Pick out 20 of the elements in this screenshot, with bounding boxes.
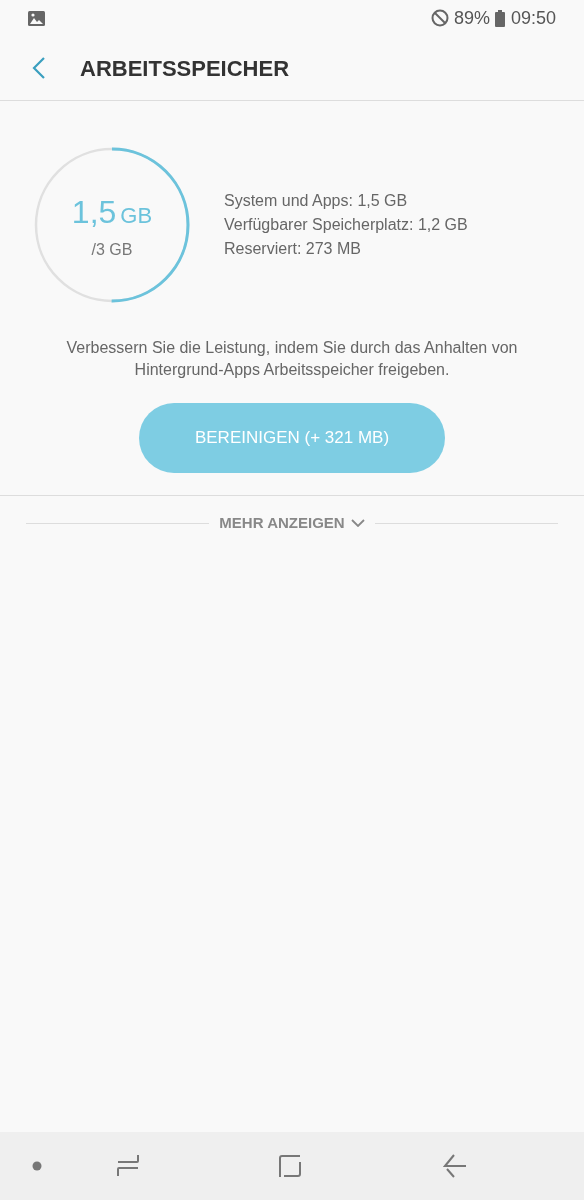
battery-icon (494, 9, 505, 27)
clock: 09:50 (510, 6, 556, 30)
description: Verbessern Sie die Leistung, indem Sie durch das Anhalten von Hintergrund-Apps Arbeitsspeicher freigeben. (65, 338, 519, 380)
used-unit: GB (120, 202, 153, 230)
do-not-disturb-icon (430, 9, 449, 27)
memory-detail: Reserviert: 273 MB (224, 239, 362, 259)
used-value: 1,5 (71, 193, 117, 232)
memory-detail: System und Apps: 1,5 GB (224, 191, 409, 211)
show-more-button[interactable]: MEHR ANZEIGEN (219, 512, 365, 535)
battery-percent: 89% (453, 6, 490, 30)
recent-apps-icon[interactable] (116, 1154, 140, 1178)
back-icon[interactable] (443, 1154, 467, 1178)
clean-button[interactable]: BEREINIGEN (+ 321 MB) (139, 403, 445, 473)
home-icon[interactable] (278, 1154, 302, 1178)
image-icon (28, 10, 45, 26)
dot-icon[interactable] (32, 1161, 42, 1171)
total-value: /3 GB (91, 240, 133, 260)
chevron-down-icon (350, 519, 365, 528)
page-title: ARBEITSSPEICHER (80, 54, 290, 83)
memory-detail: Verfügbarer Speicherplatz: 1,2 GB (224, 215, 468, 235)
